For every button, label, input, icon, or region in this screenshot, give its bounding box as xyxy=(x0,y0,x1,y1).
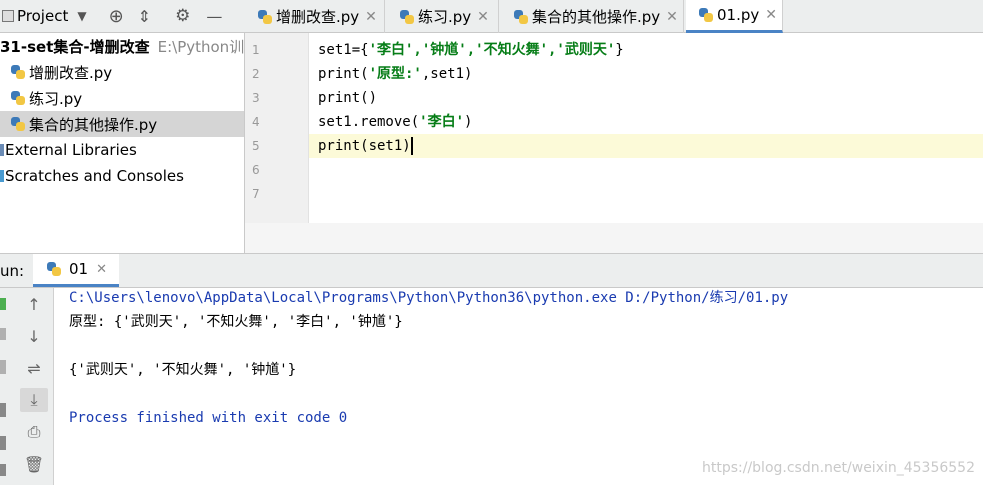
code-text: ,set1) xyxy=(421,66,473,82)
watermark-text: https://blog.csdn.net/weixin_45356552 xyxy=(701,460,975,476)
code-text: print(set1) xyxy=(318,138,411,154)
text-cursor xyxy=(410,137,413,155)
close-icon[interactable]: ✕ xyxy=(477,9,489,25)
code-line-current: print(set1) xyxy=(309,134,983,158)
console-line: Process finished with exit code 0 xyxy=(69,410,348,426)
locate-icon[interactable]: ⊕ xyxy=(109,6,124,27)
project-tree: 31-set集合-增删改查 E:\Python训练 增删改查.py 练习.py … xyxy=(0,33,245,253)
settings-icon[interactable] xyxy=(0,464,6,476)
line-number: 6 xyxy=(252,163,260,177)
tree-scratches-label: Scratches and Consoles xyxy=(5,167,184,185)
hide-icon[interactable]: — xyxy=(206,7,222,26)
pin-icon[interactable] xyxy=(0,436,6,450)
library-icon xyxy=(0,144,4,156)
stop-icon[interactable] xyxy=(0,328,6,340)
run-label: un: xyxy=(0,262,25,280)
line-number: 4 xyxy=(252,115,260,129)
scroll-to-end-icon[interactable]: ⤓ xyxy=(20,388,48,412)
tree-file-label: 集合的其他操作.py xyxy=(29,115,158,134)
tree-root-path: E:\Python训练 xyxy=(157,37,245,56)
close-icon[interactable]: ✕ xyxy=(365,9,377,25)
tab-label: 增删改查.py xyxy=(276,8,360,26)
soft-wrap-icon[interactable]: ⇌ xyxy=(20,356,48,380)
code-text: print() xyxy=(318,90,378,106)
python-file-icon xyxy=(513,9,529,25)
code-line: set1={'李白','钟馗','不知火舞','武则天'} xyxy=(309,38,983,62)
tree-file-item-selected[interactable]: 集合的其他操作.py xyxy=(0,111,244,137)
python-file-icon xyxy=(257,9,273,25)
print-icon[interactable]: ⎙ xyxy=(20,420,48,444)
close-icon[interactable]: ✕ xyxy=(666,9,678,25)
run-toolbar: ↑ ↓ ⇌ ⤓ ⎙ 🗑 xyxy=(0,288,54,485)
tree-file-item[interactable]: 增删改查.py xyxy=(0,59,244,85)
line-number: 1 xyxy=(252,43,260,57)
code-string: '李白','钟馗','不知火舞','武则天' xyxy=(368,42,616,58)
python-file-icon xyxy=(698,7,714,23)
scroll-up-icon[interactable]: ↑ xyxy=(20,292,48,316)
python-file-icon xyxy=(10,64,26,80)
code-line: print() xyxy=(309,86,983,110)
python-run-icon xyxy=(46,261,62,277)
rerun-icon[interactable] xyxy=(0,298,6,310)
scroll-down-icon[interactable]: ↓ xyxy=(20,324,48,348)
run-toolwindow-header: un: 01 ✕ xyxy=(0,253,983,288)
trash-icon[interactable]: 🗑 xyxy=(20,452,48,476)
editor-breadcrumb-bar xyxy=(245,223,983,253)
pause-icon[interactable] xyxy=(0,360,6,374)
python-file-icon xyxy=(10,90,26,106)
tree-file-label: 增删改查.py xyxy=(29,63,113,82)
tab-label: 集合的其他操作.py xyxy=(532,8,661,26)
collapse-icon[interactable]: ⇕ xyxy=(138,7,151,26)
gear-icon[interactable]: ⚙ xyxy=(175,6,190,26)
tree-file-label: 练习.py xyxy=(29,89,83,108)
line-gutter: 1 2 3 4 5 6 7 xyxy=(245,33,309,223)
code-string: '李白' xyxy=(419,114,465,130)
scratches-icon xyxy=(0,170,4,182)
tab-file[interactable]: 练习.py ✕ xyxy=(387,0,499,33)
tree-root-label: 31-set集合-增删改查 xyxy=(0,37,150,56)
close-icon[interactable]: ✕ xyxy=(96,262,107,277)
tab-label: 练习.py xyxy=(418,8,472,26)
close-icon[interactable]: ✕ xyxy=(765,7,777,23)
code-line: set1.remove('李白') xyxy=(309,110,983,134)
code-text: set1={ xyxy=(318,42,369,58)
tree-file-item[interactable]: 练习.py xyxy=(0,85,244,111)
console-output[interactable]: C:\Users\lenovo\AppData\Local\Programs\P… xyxy=(54,288,983,485)
tab-file[interactable]: 集合的其他操作.py ✕ xyxy=(501,0,684,33)
chevron-down-icon[interactable]: ▼ xyxy=(77,9,86,23)
code-text: } xyxy=(615,42,624,58)
editor-tabs: 增删改查.py ✕ 练习.py ✕ 集合的其他操作.py ✕ 01.py ✕ xyxy=(245,0,983,33)
tree-external-libraries[interactable]: External Libraries xyxy=(0,137,244,163)
console-line: C:\Users\lenovo\AppData\Local\Programs\P… xyxy=(69,290,789,306)
code-text: set1.remove( xyxy=(318,114,420,130)
run-tab-label: 01 xyxy=(69,260,89,278)
line-number: 3 xyxy=(252,91,260,105)
run-tab[interactable]: 01 ✕ xyxy=(33,254,119,287)
line-number: 7 xyxy=(252,187,260,201)
project-title[interactable]: Project xyxy=(17,7,68,25)
code-line: print('原型:',set1) xyxy=(309,62,983,86)
tree-root[interactable]: 31-set集合-增删改查 E:\Python训练 xyxy=(0,33,245,59)
python-file-icon xyxy=(399,9,415,25)
code-string: '原型:' xyxy=(368,66,422,82)
layout-icon[interactable] xyxy=(0,403,6,417)
tree-external-label: External Libraries xyxy=(5,141,137,159)
tree-scratches[interactable]: Scratches and Consoles xyxy=(0,163,244,189)
project-toolwindow-header: Project ▼ ⊕ ⇕ ⚙ — xyxy=(0,0,245,33)
tab-file-active[interactable]: 01.py ✕ xyxy=(686,0,783,33)
tab-file[interactable]: 增删改查.py ✕ xyxy=(245,0,385,33)
python-file-icon xyxy=(10,116,26,132)
console-line: 原型: {'武则天', '不知火舞', '李白', '钟馗'} xyxy=(69,314,403,330)
code-editor[interactable]: 1 2 3 4 5 6 7 set1={'李白','钟馗','不知火舞','武则… xyxy=(245,33,983,223)
code-text: print( xyxy=(318,66,369,82)
line-number: 2 xyxy=(252,67,260,81)
code-text: ) xyxy=(464,114,473,130)
project-icon xyxy=(2,10,14,22)
console-line: {'武则天', '不知火舞', '钟馗'} xyxy=(69,362,297,378)
line-number: 5 xyxy=(252,139,260,153)
tab-label: 01.py xyxy=(717,6,760,24)
